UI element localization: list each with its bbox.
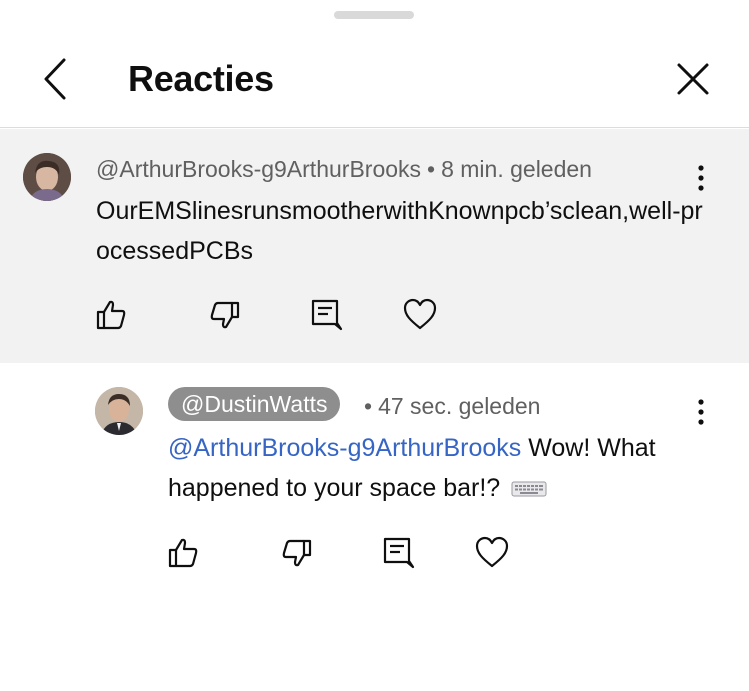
more-vert-icon xyxy=(698,165,704,191)
comment-meta: @ArthurBrooks-g9ArthurBrooks • 8 min. gele… xyxy=(96,156,592,183)
more-options-button[interactable] xyxy=(691,162,711,194)
comment-time: 8 min. geleden xyxy=(441,156,592,182)
reply-comment-icon xyxy=(311,299,343,331)
comment-text: OurEMSlinesrunsmootherwithKnownpcb’sclea… xyxy=(96,197,703,265)
more-options-button[interactable] xyxy=(691,396,711,428)
chevron-left-icon xyxy=(44,58,66,100)
heart-button[interactable] xyxy=(402,297,438,333)
thumbs-down-icon xyxy=(210,301,240,329)
meta-separator: • xyxy=(364,393,373,419)
avatar-photo xyxy=(95,387,143,435)
avatar[interactable] xyxy=(23,153,71,201)
keyboard-emoji-icon xyxy=(511,481,547,497)
heart-button[interactable] xyxy=(474,535,510,571)
back-button[interactable] xyxy=(34,52,78,106)
comment-meta: • 47 sec. geleden xyxy=(358,393,540,420)
close-button[interactable] xyxy=(670,56,716,102)
thumbs-down-icon xyxy=(282,539,312,567)
reply-comment: @DustinWatts • 47 sec. geleden @ArthurBro… xyxy=(0,363,749,691)
like-button[interactable] xyxy=(166,535,202,571)
meta-separator: • xyxy=(427,156,436,182)
more-vert-icon xyxy=(698,399,704,425)
reply-button[interactable] xyxy=(308,297,344,333)
reply-comment-icon xyxy=(383,537,415,569)
reply-button[interactable] xyxy=(380,535,416,571)
heart-icon xyxy=(475,536,509,568)
close-icon xyxy=(677,63,709,95)
dislike-button[interactable] xyxy=(206,297,242,333)
comment-author[interactable]: @ArthurBrooks-g9ArthurBrooks xyxy=(96,156,421,182)
author-badge[interactable]: @DustinWatts xyxy=(168,387,341,421)
mention-link[interactable]: @ArthurBrooks-g9ArthurBrooks xyxy=(168,434,521,462)
dislike-button[interactable] xyxy=(278,535,314,571)
page-title: Reacties xyxy=(128,58,274,99)
heart-icon xyxy=(403,298,437,330)
header: Reacties xyxy=(0,0,749,128)
thumbs-up-icon xyxy=(96,300,126,330)
comment-time: 47 sec. geleden xyxy=(378,393,541,419)
like-button[interactable] xyxy=(94,297,130,333)
parent-comment: @ArthurBrooks-g9ArthurBrooks • 8 min. gele… xyxy=(0,129,749,363)
avatar-photo xyxy=(23,153,71,201)
comment-text: @ArthurBrooks-g9ArthurBrooks Wow! What h… xyxy=(168,428,708,508)
thumbs-up-icon xyxy=(168,538,198,568)
avatar[interactable] xyxy=(95,387,143,435)
